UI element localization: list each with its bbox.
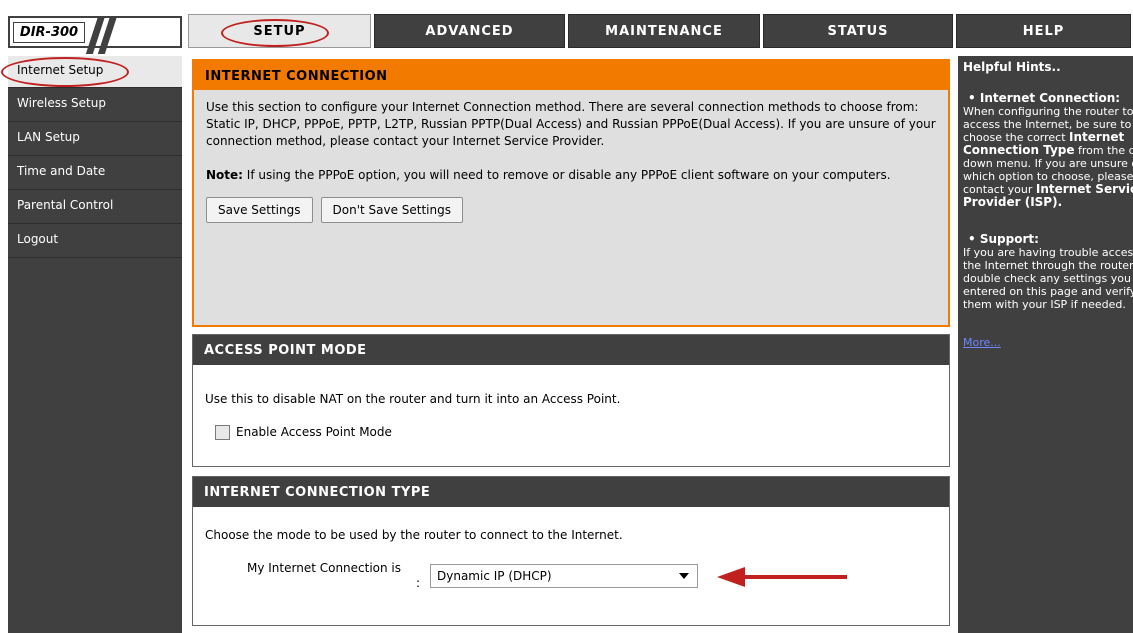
connection-type-row: My Internet Connection is : Dynamic IP (… — [205, 561, 937, 599]
section-description: Use this to disable NAT on the router an… — [205, 392, 621, 406]
sidebar-item-label: Parental Control — [17, 198, 114, 212]
save-settings-button[interactable]: Save Settings — [206, 197, 313, 223]
select-value: Dynamic IP (DHCP) — [437, 569, 552, 583]
tab-setup[interactable]: SETUP — [188, 14, 371, 48]
section-body: Choose the mode to be used by the router… — [193, 507, 949, 599]
sidebar-item-lan-setup[interactable]: LAN Setup — [8, 122, 182, 156]
sidebar-item-time-and-date[interactable]: Time and Date — [8, 156, 182, 190]
tab-label: STATUS — [827, 23, 889, 39]
field-label: My Internet Connection is — [246, 561, 402, 575]
sidebar-item-label: Time and Date — [17, 164, 106, 178]
section-title: INTERNET CONNECTION TYPE — [193, 477, 949, 507]
field-colon: : — [415, 576, 421, 590]
main-content: INTERNET CONNECTION Use this section to … — [188, 56, 954, 633]
sidebar-item-label: Wireless Setup — [17, 96, 106, 110]
access-point-checkbox-row: Enable Access Point Mode — [205, 424, 937, 441]
button-row: Save Settings Don't Save Settings — [206, 197, 936, 223]
hint-internet-connection-text: When configuring the router to access th… — [963, 105, 1133, 209]
tab-label: HELP — [1022, 23, 1065, 39]
access-point-mode-section: ACCESS POINT MODE Use this to disable NA… — [192, 334, 950, 467]
more-link[interactable]: More... — [963, 336, 1133, 349]
tab-label: ADVANCED — [425, 23, 514, 39]
hint-internet-connection-title: • Internet Connection: — [968, 91, 1121, 105]
section-description: Use this section to configure your Inter… — [206, 100, 936, 148]
highlight-circle — [1, 57, 129, 87]
hint-support-text: If you are having trouble accessing the … — [963, 246, 1133, 311]
hints-title: Helpful Hints.. — [963, 60, 1061, 74]
tab-advanced[interactable]: ADVANCED — [374, 14, 565, 48]
highlight-circle — [221, 19, 329, 47]
section-body: Use this section to configure your Inter… — [194, 90, 948, 223]
note-label: Note: — [206, 168, 243, 182]
top-navigation: SETUP ADVANCED MAINTENANCE STATUS HELP — [188, 14, 1133, 48]
tab-label: MAINTENANCE — [605, 23, 723, 39]
internet-connection-section: INTERNET CONNECTION Use this section to … — [192, 59, 950, 327]
product-logo: DIR-300 — [8, 16, 182, 54]
note-text: If using the PPPoE option, you will need… — [242, 168, 891, 182]
section-description: Choose the mode to be used by the router… — [205, 528, 623, 542]
tab-maintenance[interactable]: MAINTENANCE — [568, 14, 760, 48]
arrow-left-icon — [717, 567, 847, 587]
section-body: Use this to disable NAT on the router an… — [193, 365, 949, 441]
sidebar-item-wireless-setup[interactable]: Wireless Setup — [8, 88, 182, 122]
tab-status[interactable]: STATUS — [763, 14, 953, 48]
section-title: INTERNET CONNECTION — [194, 61, 948, 90]
pppoe-note: Note: If using the PPPoE option, you wil… — [206, 167, 936, 184]
chevron-down-icon — [679, 573, 689, 579]
sidebar-item-label: LAN Setup — [17, 130, 80, 144]
logo-text: DIR-300 — [13, 22, 85, 43]
dont-save-settings-button[interactable]: Don't Save Settings — [320, 197, 463, 223]
sidebar: Internet Setup Wireless Setup LAN Setup … — [1, 56, 182, 633]
sidebar-item-parental-control[interactable]: Parental Control — [8, 190, 182, 224]
hint-support-title: • Support: — [968, 232, 1039, 246]
connection-type-label: My Internet Connection is : — [219, 561, 429, 591]
tab-help[interactable]: HELP — [956, 14, 1131, 48]
sidebar-item-internet-setup[interactable]: Internet Setup — [1, 56, 182, 88]
sidebar-item-label: Logout — [17, 232, 59, 246]
connection-type-select[interactable]: Dynamic IP (DHCP) — [430, 564, 698, 588]
helpful-hints-panel: Helpful Hints.. • Internet Connection: W… — [958, 56, 1133, 633]
checkbox-label: Enable Access Point Mode — [236, 425, 392, 439]
enable-access-point-checkbox[interactable] — [215, 425, 230, 440]
section-title: ACCESS POINT MODE — [193, 335, 949, 365]
sidebar-item-logout[interactable]: Logout — [8, 224, 182, 258]
internet-connection-type-section: INTERNET CONNECTION TYPE Choose the mode… — [192, 476, 950, 626]
